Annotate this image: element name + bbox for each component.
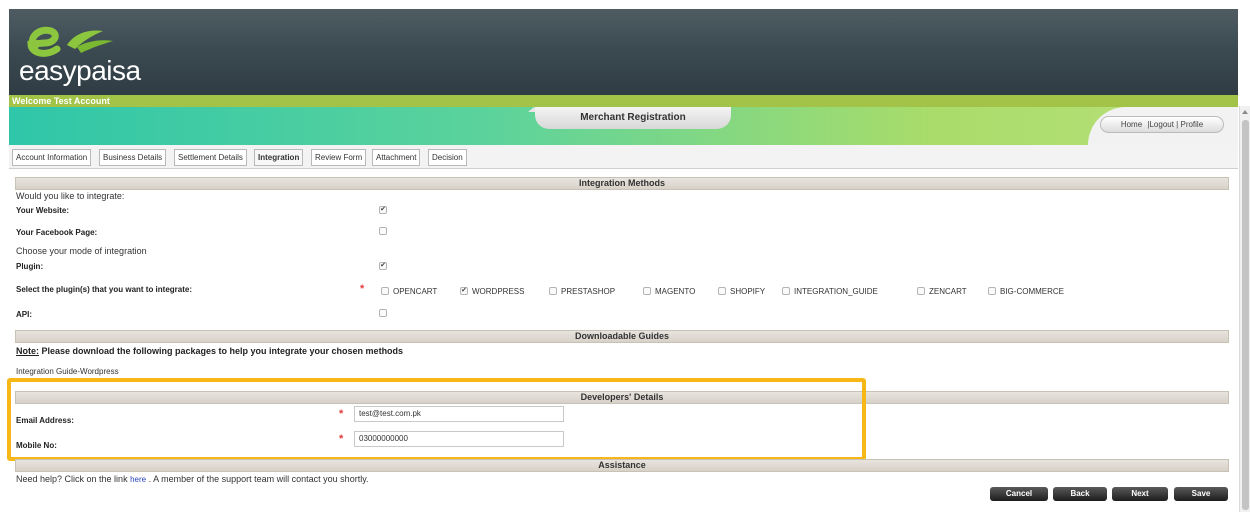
checkbox[interactable] [988,286,996,295]
plugin-checkbox[interactable]: ✔ [379,262,387,270]
plugin-name: WORDPRESS [472,287,525,296]
website-label: Your Website: [16,206,70,215]
note-text: Please download the following packages t… [39,346,404,356]
plugin-name: MAGENTO [655,287,696,296]
plugin-name: SHOPIFY [730,287,766,296]
facebook-checkbox[interactable] [379,227,387,235]
app-header: easypaisa [9,9,1238,95]
page-title: Merchant Registration [535,107,731,129]
help-link[interactable]: here [130,475,146,484]
select-plugins-label: Select the plugin(s) that you want to in… [16,285,193,294]
tab-business-details[interactable]: Business Details [99,149,167,166]
section-downloadable-guides: Downloadable Guides [15,330,1229,343]
tab-account-information[interactable]: Account Information [12,149,92,166]
tab-review-form[interactable]: Review Form [311,149,367,166]
brand-name: easypaisa [19,55,141,86]
checkbox[interactable] [917,286,925,295]
logout-link[interactable]: Logout [1149,120,1173,129]
scroll-up-icon[interactable] [1242,110,1248,114]
tab-attachment[interactable]: Attachment [372,149,421,166]
plugin-option-magento[interactable]: MAGENTO [643,286,696,296]
guide-download-link[interactable]: Integration Guide-Wordpress [16,367,119,376]
plugin-label: Plugin: [16,262,44,271]
home-link[interactable]: Home [1121,120,1142,129]
plugin-option-shopify[interactable]: SHOPIFY [718,286,766,296]
assistance-text-after: . A member of the support team will cont… [146,474,369,484]
guides-note: Note: Please download the following pack… [16,346,403,356]
tab-bar: Account Information Business Details Set… [9,145,1238,169]
tab-decision[interactable]: Decision [428,149,467,166]
plugin-option-zencart[interactable]: ZENCART [917,286,967,296]
mode-question: Choose your mode of integration [16,246,147,256]
plugin-name: PRESTASHOP [561,287,616,296]
next-button[interactable]: Next [1112,487,1168,501]
highlight-box [7,378,866,461]
plugin-option-prestashop[interactable]: PRESTASHOP [549,286,616,296]
plugin-option-big-commerce[interactable]: BIG-COMMERCE [988,286,1064,296]
top-links: Home |Logout | Profile [1100,116,1224,133]
checkbox[interactable] [549,286,557,295]
checkbox[interactable] [782,286,790,295]
cancel-button[interactable]: Cancel [990,487,1048,501]
required-asterisk: * [360,283,365,295]
plugin-option-integration-guide[interactable]: INTEGRATION_GUIDE [782,286,878,296]
separator: | [1176,120,1179,129]
tab-integration[interactable]: Integration [254,149,304,166]
plugin-option-opencart[interactable]: OPENCART [381,286,438,296]
profile-link[interactable]: Profile [1180,120,1203,129]
plugin-name: INTEGRATION_GUIDE [794,287,878,296]
plugin-name: BIG-COMMERCE [1000,287,1064,296]
save-button[interactable]: Save [1174,487,1228,501]
assistance-text: Need help? Click on the link here . A me… [16,474,369,484]
plugin-name: OPENCART [393,287,438,296]
assistance-text-before: Need help? Click on the link [16,474,131,484]
scroll-thumb[interactable] [1242,120,1249,510]
checkbox[interactable] [718,286,726,295]
api-label: API: [16,310,32,319]
section-integration-methods: Integration Methods [15,177,1229,190]
tab-settlement-details[interactable]: Settlement Details [174,149,247,166]
api-checkbox[interactable] [379,309,387,317]
back-button[interactable]: Back [1053,487,1107,501]
integrate-question: Would you like to integrate: [16,191,125,201]
page-banner: Merchant Registration Home |Logout | Pro… [9,107,1238,145]
vertical-scrollbar[interactable] [1239,106,1250,512]
facebook-label: Your Facebook Page: [16,228,98,237]
checkbox[interactable] [643,286,651,295]
checkbox[interactable] [381,286,389,295]
checkbox[interactable]: ✔ [460,286,468,295]
section-assistance: Assistance [15,459,1229,472]
website-checkbox[interactable]: ✔ [379,206,387,214]
plugin-name: ZENCART [929,287,967,296]
note-label: Note: [16,346,39,356]
plugin-option-wordpress[interactable]: ✔ WORDPRESS [460,286,525,296]
welcome-bar: Welcome Test Account [9,95,1238,107]
